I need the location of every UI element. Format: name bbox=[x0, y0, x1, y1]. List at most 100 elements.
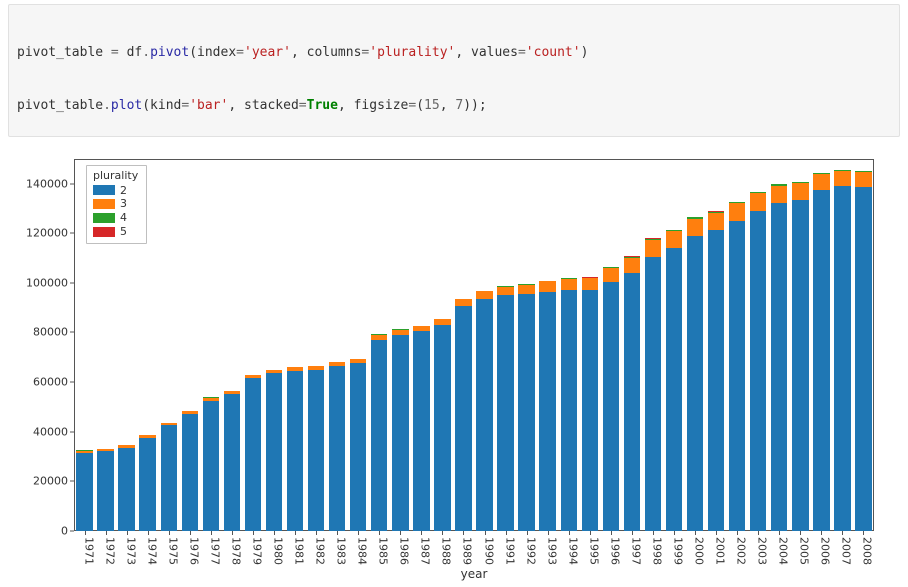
x-tick-label: 1996 bbox=[608, 537, 621, 565]
bar bbox=[413, 326, 429, 531]
bar-segment-2 bbox=[329, 366, 345, 531]
y-tick-label: 20000 bbox=[16, 475, 68, 488]
bar-segment-2 bbox=[76, 453, 92, 531]
bar-segment-3 bbox=[687, 219, 703, 236]
x-tick-label: 2007 bbox=[840, 537, 853, 565]
x-tick-mark bbox=[169, 531, 170, 535]
x-tick-mark bbox=[190, 531, 191, 535]
x-tick-mark bbox=[232, 531, 233, 535]
bar-segment-2 bbox=[371, 340, 387, 531]
bar-segment-2 bbox=[245, 378, 261, 531]
x-tick-mark bbox=[379, 531, 380, 535]
x-tick-label: 1986 bbox=[398, 537, 411, 565]
bar bbox=[161, 423, 177, 531]
legend-swatch bbox=[93, 213, 115, 223]
x-tick-mark bbox=[274, 531, 275, 535]
bar-segment-3 bbox=[624, 258, 640, 273]
bar-segment-2 bbox=[118, 448, 134, 531]
bar-segment-3 bbox=[561, 279, 577, 290]
bar-segment-2 bbox=[182, 414, 198, 531]
x-tick-mark bbox=[211, 531, 212, 535]
bar-segment-2 bbox=[308, 370, 324, 531]
x-tick-label: 1973 bbox=[124, 537, 137, 565]
x-tick-mark bbox=[569, 531, 570, 535]
bar-segment-3 bbox=[666, 231, 682, 248]
x-tick-mark bbox=[653, 531, 654, 535]
x-tick-mark bbox=[485, 531, 486, 535]
x-tick-mark bbox=[716, 531, 717, 535]
legend-label: 2 bbox=[120, 184, 127, 198]
bar-segment-2 bbox=[413, 331, 429, 531]
legend-item: 3 bbox=[93, 197, 138, 211]
x-tick-label: 1994 bbox=[566, 537, 579, 565]
bar-segment-3 bbox=[855, 172, 871, 187]
bar-segment-2 bbox=[539, 292, 555, 531]
bar bbox=[624, 256, 640, 530]
bar bbox=[182, 411, 198, 531]
bar-segment-3 bbox=[539, 281, 555, 291]
bar bbox=[497, 286, 513, 531]
legend-item: 2 bbox=[93, 184, 138, 198]
x-tick-label: 1983 bbox=[335, 537, 348, 565]
x-tick-mark bbox=[674, 531, 675, 535]
bar-segment-3 bbox=[518, 285, 534, 294]
bar-segment-2 bbox=[603, 282, 619, 531]
x-tick-label: 1974 bbox=[145, 537, 158, 565]
x-tick-label: 1992 bbox=[524, 537, 537, 565]
bar bbox=[708, 211, 724, 530]
x-tick-label: 1982 bbox=[314, 537, 327, 565]
bar bbox=[792, 182, 808, 531]
x-tick-label: 1989 bbox=[461, 537, 474, 565]
x-tick-label: 1978 bbox=[229, 537, 242, 565]
x-tick-mark bbox=[358, 531, 359, 535]
bar-segment-3 bbox=[792, 183, 808, 200]
y-tick-label: 120000 bbox=[16, 227, 68, 240]
bar-segment-2 bbox=[518, 294, 534, 531]
x-tick-label: 1999 bbox=[672, 537, 685, 565]
x-tick-label: 2003 bbox=[756, 537, 769, 565]
bar-segment-3 bbox=[834, 171, 850, 186]
x-tick-label: 1987 bbox=[419, 537, 432, 565]
stacked-bar-chart: 020000400006000080000100000120000140000 … bbox=[14, 147, 890, 587]
bar-segment-2 bbox=[350, 363, 366, 530]
legend-item: 5 bbox=[93, 225, 138, 239]
x-tick-label: 1972 bbox=[103, 537, 116, 565]
x-axis-label: year bbox=[74, 567, 874, 581]
x-tick-mark bbox=[442, 531, 443, 535]
bar bbox=[308, 366, 324, 531]
legend-label: 5 bbox=[120, 225, 127, 239]
x-tick-label: 1975 bbox=[166, 537, 179, 565]
x-tick-mark bbox=[400, 531, 401, 535]
x-tick-mark bbox=[85, 531, 86, 535]
bar-segment-2 bbox=[224, 394, 240, 530]
x-tick-label: 1988 bbox=[440, 537, 453, 565]
bar bbox=[245, 375, 261, 531]
legend-label: 3 bbox=[120, 197, 127, 211]
bar-segment-3 bbox=[750, 193, 766, 211]
x-tick-label: 1995 bbox=[587, 537, 600, 565]
bar bbox=[97, 449, 113, 531]
bar-segment-2 bbox=[666, 248, 682, 531]
bar-segment-3 bbox=[582, 278, 598, 290]
x-tick-label: 1979 bbox=[250, 537, 263, 565]
x-tick-mark bbox=[463, 531, 464, 535]
bar-segment-2 bbox=[813, 190, 829, 531]
x-tick-label: 2001 bbox=[714, 537, 727, 565]
legend-title: plurality bbox=[93, 169, 138, 183]
legend-swatch bbox=[93, 227, 115, 237]
bar-segment-2 bbox=[455, 306, 471, 530]
bar bbox=[771, 184, 787, 531]
bar bbox=[645, 238, 661, 530]
x-tick-mark bbox=[590, 531, 591, 535]
x-tick-mark bbox=[295, 531, 296, 535]
x-tick-label: 1993 bbox=[545, 537, 558, 565]
bar bbox=[371, 334, 387, 530]
x-tick-label: 2006 bbox=[819, 537, 832, 565]
bar-segment-3 bbox=[771, 186, 787, 204]
x-tick-mark bbox=[632, 531, 633, 535]
x-tick-label: 1971 bbox=[82, 537, 95, 565]
x-tick-label: 2008 bbox=[861, 537, 874, 565]
bar bbox=[582, 277, 598, 530]
bar bbox=[76, 450, 92, 530]
bar bbox=[455, 299, 471, 531]
